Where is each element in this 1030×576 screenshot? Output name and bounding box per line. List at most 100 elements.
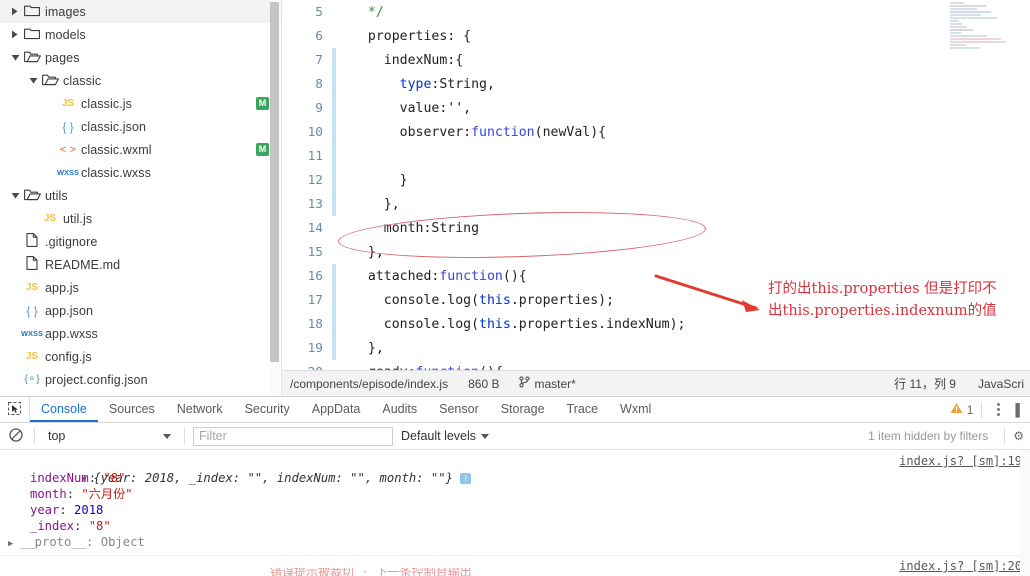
- file-tree[interactable]: images models pages classic JS classic.js M { }…: [0, 0, 281, 391]
- status-language-mode[interactable]: JavaScri: [978, 377, 1024, 391]
- chevron-down-icon[interactable]: [29, 77, 38, 85]
- chevron-right-icon[interactable]: [11, 7, 19, 16]
- code-line[interactable]: 15 },: [282, 240, 1030, 264]
- code-line[interactable]: 10 observer:function(newVal){: [282, 120, 1030, 144]
- tab-network[interactable]: Network: [166, 397, 234, 422]
- wxss-file-icon: WXSS: [56, 168, 80, 177]
- tree-item-app-wxss[interactable]: WXSS app.wxss: [0, 322, 281, 345]
- console-object-header[interactable]: ▼ {year: 2018, _index: "", indexNum: "", …: [8, 454, 1030, 485]
- code-text: attached:function(){: [352, 268, 527, 284]
- console-levels-label: Default levels: [401, 429, 477, 443]
- console-source-link[interactable]: index.js? [sm]:19: [899, 454, 1022, 468]
- chevron-down-icon[interactable]: [11, 192, 20, 200]
- console-entry[interactable]: ▼ {year: 2018, _index: "", indexNum: "", …: [0, 450, 1030, 556]
- tree-twisty[interactable]: [8, 23, 22, 46]
- property-key: indexNum: [30, 471, 89, 485]
- console-property-row[interactable]: year: 2018: [8, 502, 1030, 518]
- tab-storage[interactable]: Storage: [490, 397, 556, 422]
- console-scrollbar-track[interactable]: [1020, 450, 1030, 576]
- tree-item-classic-wxss[interactable]: WXSS classic.wxss: [0, 161, 281, 184]
- tree-item--gitignore[interactable]: .gitignore: [0, 230, 281, 253]
- change-marker: [332, 168, 336, 192]
- tab-wxml[interactable]: Wxml: [609, 397, 662, 422]
- tree-item-label: pages: [45, 50, 80, 65]
- code-line[interactable]: 8 type:String,: [282, 72, 1030, 96]
- devtools-more-menu-button[interactable]: [990, 403, 1007, 416]
- tab-appdata[interactable]: AppData: [301, 397, 372, 422]
- tree-twisty[interactable]: [8, 0, 22, 23]
- property-value: "8": [103, 471, 126, 485]
- change-marker: [332, 264, 336, 288]
- code-line[interactable]: 19 },: [282, 336, 1030, 360]
- line-number: 9: [315, 100, 323, 116]
- expand-toggle-icon[interactable]: ▶: [8, 536, 20, 552]
- inspect-element-button[interactable]: [0, 397, 30, 422]
- code-line[interactable]: 12 }: [282, 168, 1030, 192]
- code-line[interactable]: 6 properties: {: [282, 24, 1030, 48]
- tree-item-classic-wxml[interactable]: < > classic.wxml M: [0, 138, 281, 161]
- tab-sources[interactable]: Sources: [98, 397, 166, 422]
- console-property-row[interactable]: ▶ __proto__: Object: [8, 534, 1030, 550]
- code-line[interactable]: 13 },: [282, 192, 1030, 216]
- code-line[interactable]: 20 ready:function(){: [282, 360, 1030, 371]
- console-filter-input[interactable]: [193, 426, 393, 446]
- tree-item-app-js[interactable]: JS app.js: [0, 276, 281, 299]
- info-icon[interactable]: i: [460, 473, 472, 484]
- tree-twisty[interactable]: [8, 46, 22, 69]
- tab-security[interactable]: Security: [234, 397, 301, 422]
- tree-item-readme-md[interactable]: README.md: [0, 253, 281, 276]
- line-number: 16: [307, 268, 323, 284]
- devtools-dock-icon[interactable]: ▌: [1015, 403, 1026, 417]
- file-explorer[interactable]: images models pages classic JS classic.js M { }…: [0, 0, 282, 396]
- tree-item-app-json[interactable]: { } app.json: [0, 299, 281, 322]
- status-file-path[interactable]: /components/episode/index.js: [290, 377, 448, 391]
- tab-audits[interactable]: Audits: [371, 397, 428, 422]
- console-output[interactable]: ▼ {year: 2018, _index: "", indexNum: "", …: [0, 450, 1030, 576]
- change-marker: [332, 360, 336, 370]
- warning-indicator[interactable]: 1: [950, 402, 973, 417]
- status-cursor-position[interactable]: 行 11，列 9: [894, 375, 956, 392]
- tree-twisty[interactable]: [8, 184, 22, 207]
- code-line[interactable]: 7 indexNum:{: [282, 48, 1030, 72]
- tree-item-classic-json[interactable]: { } classic.json: [0, 115, 281, 138]
- console-context-select[interactable]: top: [43, 427, 176, 446]
- code-line[interactable]: 5 */: [282, 0, 1030, 24]
- tree-item-classic-js[interactable]: JS classic.js M: [0, 92, 281, 115]
- console-property-row[interactable]: _index: "8": [8, 518, 1030, 534]
- tree-item-classic[interactable]: classic: [0, 69, 281, 92]
- chevron-right-icon[interactable]: [11, 30, 19, 39]
- change-marker: [332, 120, 336, 144]
- tree-twisty[interactable]: [26, 69, 40, 92]
- tab-console[interactable]: Console: [30, 397, 98, 422]
- explorer-scrollbar-track[interactable]: [270, 0, 280, 396]
- change-marker: [332, 0, 336, 24]
- chevron-down-icon[interactable]: [11, 54, 20, 62]
- tree-item-models[interactable]: models: [0, 23, 281, 46]
- console-property-row[interactable]: month: "六月份": [8, 486, 1030, 502]
- tree-item-label: util.js: [63, 211, 93, 226]
- status-git-branch[interactable]: master*: [519, 376, 576, 391]
- tree-item-util-js[interactable]: JS util.js: [0, 207, 281, 230]
- explorer-scrollbar-thumb[interactable]: [270, 2, 279, 362]
- tab-sensor[interactable]: Sensor: [428, 397, 490, 422]
- tree-item-images[interactable]: images: [0, 0, 281, 23]
- hidden-items-note: 1 item hidden by filters: [868, 429, 989, 443]
- tree-item-config-js[interactable]: JS config.js: [0, 345, 281, 368]
- tree-item-label: app.wxss: [45, 326, 98, 341]
- clear-console-button[interactable]: [6, 427, 26, 445]
- console-settings-icon[interactable]: ⚙: [1013, 429, 1024, 443]
- tree-item-utils[interactable]: utils: [0, 184, 281, 207]
- tree-item-project-config-json[interactable]: {⚬} project.config.json: [0, 368, 281, 391]
- tree-item-label: config.js: [45, 349, 92, 364]
- code-line[interactable]: 11: [282, 144, 1030, 168]
- code-line[interactable]: 9 value:'',: [282, 96, 1030, 120]
- tree-twisty: [44, 138, 58, 161]
- code-line[interactable]: 14 month:String: [282, 216, 1030, 240]
- tab-trace[interactable]: Trace: [556, 397, 610, 422]
- line-number: 18: [307, 316, 323, 332]
- tree-twisty: [26, 207, 40, 230]
- console-levels-select[interactable]: Default levels: [401, 429, 490, 443]
- tree-item-pages[interactable]: pages: [0, 46, 281, 69]
- code-editor[interactable]: 5 */6 properties: {7 indexNum:{8 type:St…: [282, 0, 1030, 396]
- filterbar-divider-3: [1004, 428, 1006, 444]
